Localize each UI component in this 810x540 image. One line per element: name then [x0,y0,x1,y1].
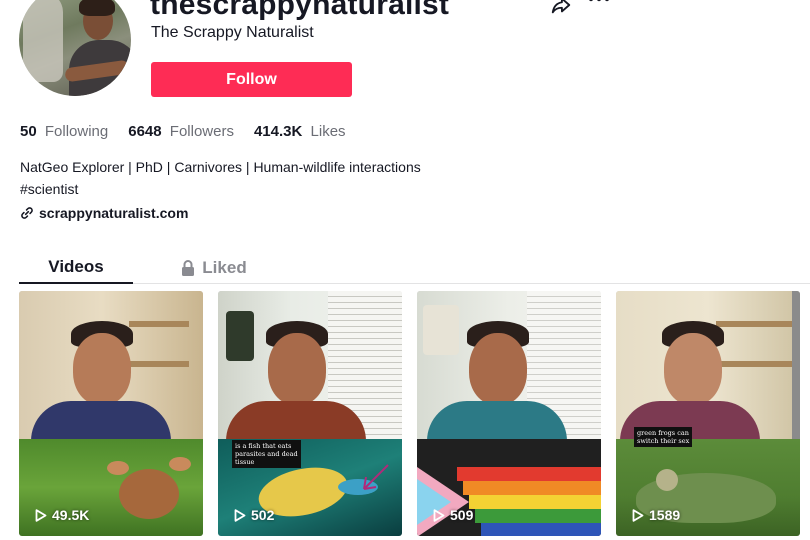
video-card[interactable]: 509 [417,291,601,536]
lock-icon [182,260,195,276]
tab-videos[interactable]: Videos [19,252,133,284]
bio-hashtag[interactable]: #scientist [20,178,421,200]
more-icon[interactable] [588,0,610,10]
bio-line: NatGeo Explorer | PhD | Carnivores | Hum… [20,159,421,175]
share-icon[interactable] [550,0,572,16]
video-view-count: 502 [234,507,274,523]
video-view-count: 509 [433,507,473,523]
video-views-text: 49.5K [52,507,90,523]
stat-likes-count: 414.3K [253,123,303,140]
video-view-count: 49.5K [35,507,89,523]
stat-followers[interactable]: 6648 Followers [128,123,234,140]
stat-followers-count: 6648 [128,123,162,140]
video-views-text: 1589 [649,507,681,523]
profile-link[interactable]: scrappynaturalist.com [20,205,188,221]
profile-tabs: Videos Liked [19,252,810,284]
stat-likes-label: Likes [310,123,346,140]
play-icon [433,508,445,522]
stat-following[interactable]: 50 Following [20,123,108,140]
link-icon [21,207,33,219]
stat-likes: 414.3K Likes [254,123,346,140]
follow-button[interactable]: Follow [151,62,352,97]
tab-liked-label: Liked [202,258,247,277]
profile-stats: 50 Following 6648 Followers 414.3K Likes [20,123,346,140]
profile-username: thescrappynaturalist [150,0,450,21]
profile-bio: NatGeo Explorer | PhD | Carnivores | Hum… [20,156,421,200]
profile-link-text: scrappynaturalist.com [39,205,189,221]
video-caption: is a fish that eats parasites and dead t… [232,440,301,468]
video-view-count: 1589 [632,507,680,523]
stat-followers-label: Followers [169,123,234,140]
play-icon [234,508,246,522]
play-icon [632,508,644,522]
stat-following-label: Following [44,123,109,140]
profile-display-name: The Scrappy Naturalist [151,24,314,41]
arrow-annotation-icon [363,464,389,490]
profile-avatar[interactable] [19,0,131,96]
video-card[interactable]: green frogs can switch their sex 1589 [616,291,800,536]
stat-following-count: 50 [20,123,37,140]
video-card[interactable]: 49.5K [19,291,203,536]
video-views-text: 502 [251,507,275,523]
video-caption: green frogs can switch their sex [634,427,693,447]
tab-liked[interactable]: Liked [164,252,264,284]
video-views-text: 509 [450,507,474,523]
play-icon [35,508,47,522]
video-card[interactable]: is a fish that eats parasites and dead t… [218,291,402,536]
